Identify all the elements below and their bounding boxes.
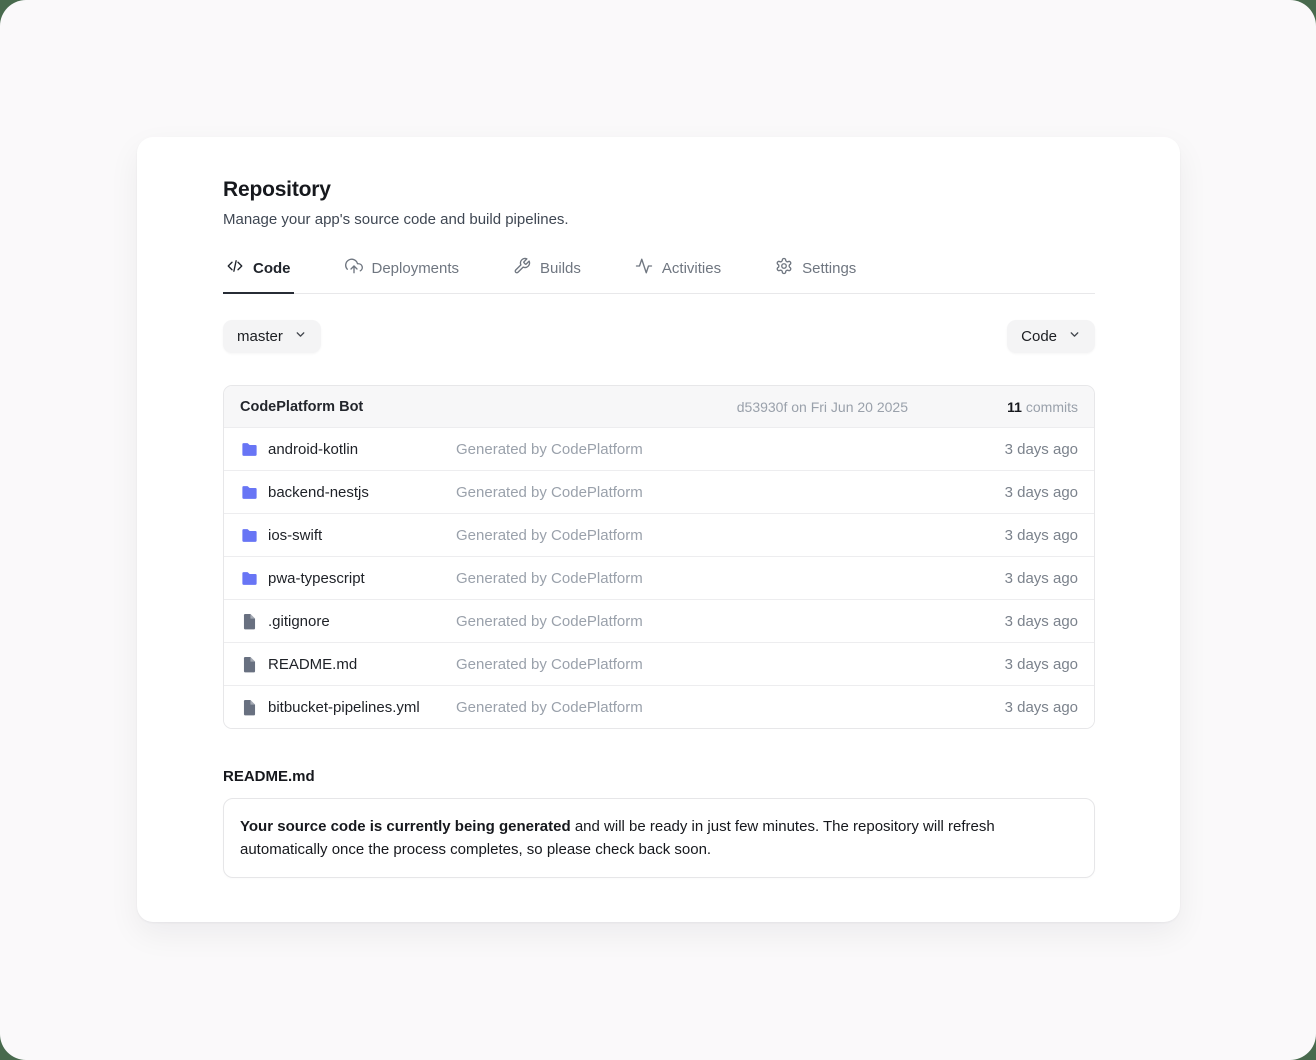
file-name-cell[interactable]: pwa-typescript <box>240 569 456 588</box>
tab-activities[interactable]: Activities <box>632 257 724 294</box>
commit-count-number: 11 <box>1007 399 1022 415</box>
commit-message: Generated by CodePlatform <box>456 527 1005 544</box>
file-name: backend-nestjs <box>268 484 369 501</box>
table-row[interactable]: pwa-typescript Generated by CodePlatform… <box>224 556 1094 599</box>
activity-icon <box>635 257 653 279</box>
commit-message: Generated by CodePlatform <box>456 570 1005 587</box>
tab-settings-label: Settings <box>802 260 856 277</box>
file-table: CodePlatform Bot d53930f on Fri Jun 20 2… <box>223 385 1095 729</box>
chevron-down-icon <box>294 328 307 345</box>
commit-date: 3 days ago <box>1005 527 1078 544</box>
toolbar: master Code <box>223 320 1095 353</box>
tab-deployments-label: Deployments <box>372 260 460 277</box>
table-row[interactable]: README.md Generated by CodePlatform 3 da… <box>224 642 1094 685</box>
wrench-icon <box>513 257 531 279</box>
table-row[interactable]: android-kotlin Generated by CodePlatform… <box>224 427 1094 470</box>
file-name: ios-swift <box>268 527 322 544</box>
commit-message: Generated by CodePlatform <box>456 613 1005 630</box>
commit-date: 3 days ago <box>1005 613 1078 630</box>
commit-date: 3 days ago <box>1005 656 1078 673</box>
table-row[interactable]: ios-swift Generated by CodePlatform 3 da… <box>224 513 1094 556</box>
commit-message: Generated by CodePlatform <box>456 656 1005 673</box>
commit-message: Generated by CodePlatform <box>456 441 1005 458</box>
chevron-down-icon <box>1068 328 1081 345</box>
tab-code[interactable]: Code <box>223 257 294 294</box>
folder-icon <box>240 440 259 459</box>
readme-notice-bold: Your source code is currently being gene… <box>240 818 571 835</box>
gear-icon <box>775 257 793 279</box>
tab-settings[interactable]: Settings <box>772 257 859 294</box>
code-button-label: Code <box>1021 328 1057 345</box>
tab-code-label: Code <box>253 260 291 277</box>
file-table-header: CodePlatform Bot d53930f on Fri Jun 20 2… <box>224 386 1094 427</box>
file-name-cell[interactable]: README.md <box>240 655 456 674</box>
page-subtitle: Manage your app's source code and build … <box>223 211 1095 228</box>
table-row[interactable]: .gitignore Generated by CodePlatform 3 d… <box>224 599 1094 642</box>
file-name: bitbucket-pipelines.yml <box>268 699 420 716</box>
commit-date: 3 days ago <box>1005 699 1078 716</box>
file-name-cell[interactable]: bitbucket-pipelines.yml <box>240 698 456 717</box>
readme-heading: README.md <box>223 768 1095 785</box>
file-icon <box>240 698 259 717</box>
file-name: pwa-typescript <box>268 570 365 587</box>
table-row[interactable]: backend-nestjs Generated by CodePlatform… <box>224 470 1094 513</box>
code-download-button[interactable]: Code <box>1007 320 1095 353</box>
tab-activities-label: Activities <box>662 260 721 277</box>
branch-selector-value: master <box>237 328 283 345</box>
folder-icon <box>240 483 259 502</box>
page-background: Repository Manage your app's source code… <box>0 0 1316 1060</box>
commit-date: 3 days ago <box>1005 441 1078 458</box>
commit-message: Generated by CodePlatform <box>456 484 1005 501</box>
commit-author: CodePlatform Bot <box>240 399 363 415</box>
file-name: README.md <box>268 656 357 673</box>
readme-notice: Your source code is currently being gene… <box>223 798 1095 878</box>
commit-date: 3 days ago <box>1005 484 1078 501</box>
last-commit-info: d53930f on Fri Jun 20 2025 <box>737 399 908 415</box>
file-name-cell[interactable]: .gitignore <box>240 612 456 631</box>
branch-selector[interactable]: master <box>223 320 321 353</box>
code-icon <box>226 257 244 279</box>
repository-tabs: Code Deployments Builds Activities <box>223 257 1095 294</box>
file-name: android-kotlin <box>268 441 358 458</box>
file-table-body: android-kotlin Generated by CodePlatform… <box>224 427 1094 728</box>
file-name-cell[interactable]: ios-swift <box>240 526 456 545</box>
commit-date: 3 days ago <box>1005 570 1078 587</box>
file-name-cell[interactable]: android-kotlin <box>240 440 456 459</box>
tab-builds-label: Builds <box>540 260 581 277</box>
commit-count-label: commits <box>1026 399 1078 415</box>
tab-builds[interactable]: Builds <box>510 257 584 294</box>
repository-card: Repository Manage your app's source code… <box>137 137 1180 922</box>
table-row[interactable]: bitbucket-pipelines.yml Generated by Cod… <box>224 685 1094 728</box>
cloud-upload-icon <box>345 257 363 279</box>
file-name-cell[interactable]: backend-nestjs <box>240 483 456 502</box>
file-icon <box>240 655 259 674</box>
folder-icon <box>240 526 259 545</box>
commit-count: 11 commits <box>908 399 1078 415</box>
folder-icon <box>240 569 259 588</box>
file-icon <box>240 612 259 631</box>
page-title: Repository <box>223 178 1095 202</box>
commit-message: Generated by CodePlatform <box>456 699 1005 716</box>
file-name: .gitignore <box>268 613 330 630</box>
tab-deployments[interactable]: Deployments <box>342 257 463 294</box>
